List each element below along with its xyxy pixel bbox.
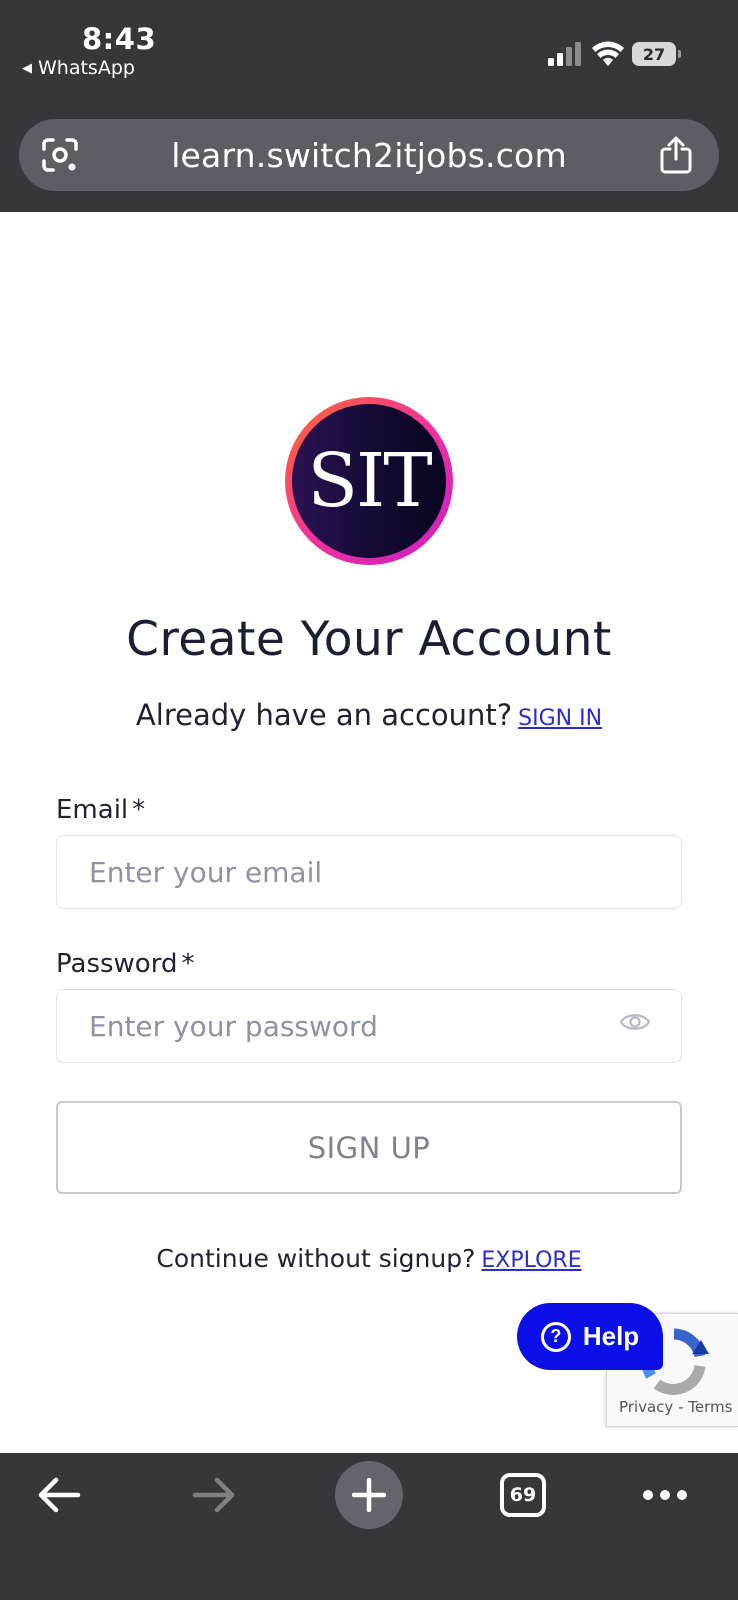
back-arrow-icon[interactable] [36,1475,82,1515]
explore-link[interactable]: EXPLORE [481,1248,581,1273]
question-mark-icon: ? [540,1321,571,1352]
url-text: learn.switch2itjobs.com [171,136,567,175]
password-label-text: Password [56,949,178,979]
email-required-mark: * [132,795,146,825]
back-triangle-icon: ◀ [22,60,32,76]
back-to-app-link[interactable]: ◀ WhatsApp [22,57,135,79]
recaptcha-separator: - [678,1398,684,1416]
recaptcha-links: Privacy - Terms [619,1398,732,1416]
browser-top-chrome: 8:43 ◀ WhatsApp 27 learn.switch2itjobs.c… [0,0,738,212]
plus-icon [352,1478,386,1512]
password-label: Password * [56,949,194,979]
page-title: Create Your Account [126,612,612,667]
signin-prompt-text: Already have an account? [135,698,513,732]
browser-bottom-toolbar: 69 [0,1453,738,1600]
password-field[interactable] [56,989,682,1063]
back-app-label: WhatsApp [38,57,135,79]
sign-in-link[interactable]: SIGN IN [518,706,602,731]
more-options-icon[interactable] [642,1487,688,1503]
email-field[interactable] [56,835,682,909]
email-label: Email * [56,795,145,825]
password-required-mark: * [181,949,195,979]
explore-prompt-text: Continue without signup? [156,1244,476,1273]
help-button[interactable]: ? Help [517,1303,663,1370]
forward-arrow-icon[interactable] [191,1475,237,1515]
tab-switcher-button[interactable]: 69 [500,1473,546,1517]
recaptcha-privacy-link[interactable]: Privacy [619,1398,673,1416]
wifi-icon [592,41,624,66]
explore-prompt-row: Continue without signup? EXPLORE [0,1244,738,1273]
recaptcha-terms-link[interactable]: Terms [688,1398,732,1416]
sit-logo: SIT [285,397,453,565]
address-bar[interactable]: learn.switch2itjobs.com [19,119,719,191]
logo-text: SIT [292,404,446,558]
share-icon[interactable] [659,135,693,175]
show-password-eye-icon[interactable] [619,1010,651,1034]
signin-prompt-row: Already have an account? SIGN IN [0,698,738,732]
new-tab-button[interactable] [335,1461,403,1529]
battery-indicator: 27 [632,42,681,66]
sign-up-button[interactable]: SIGN UP [56,1101,682,1194]
email-label-text: Email [56,795,129,825]
help-label: Help [582,1321,640,1351]
status-time: 8:43 [82,22,157,56]
cellular-signal-icon [548,42,581,66]
